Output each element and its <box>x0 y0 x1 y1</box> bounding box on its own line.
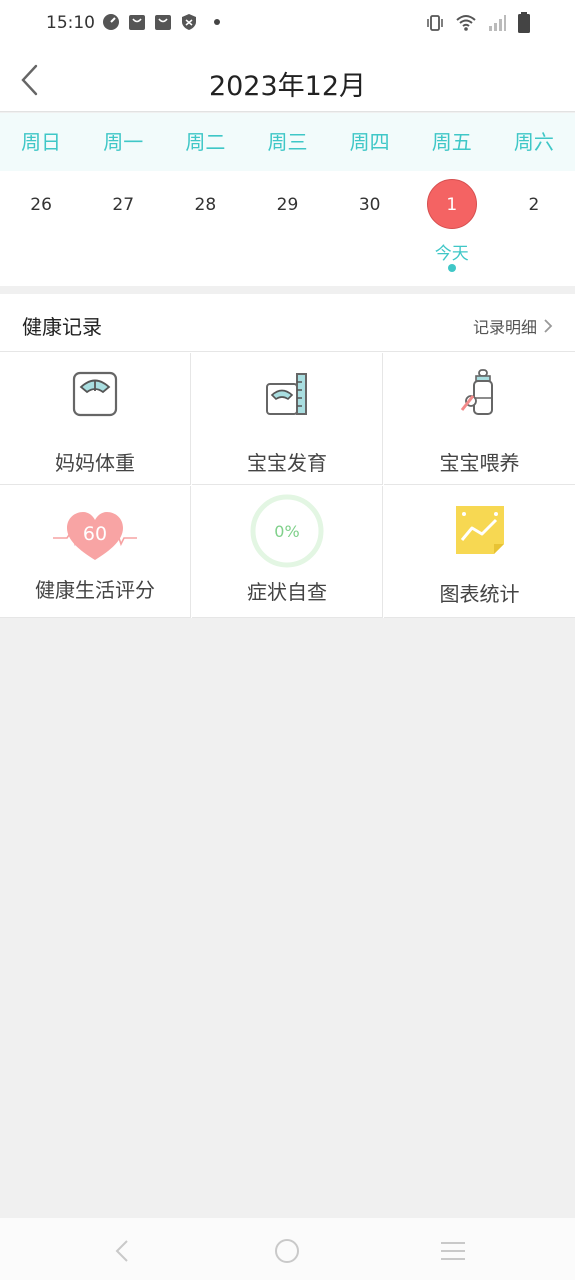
grid-item-label: 健康生活评分 <box>35 578 155 602</box>
speedometer-icon <box>103 14 119 30</box>
date-number: 26 <box>30 195 52 215</box>
grid-item-symptom-check[interactable]: 0% 症状自查 <box>192 486 383 618</box>
chart-note-icon <box>455 506 504 554</box>
date-cell[interactable]: 2 <box>493 171 575 286</box>
nav-home-button[interactable] <box>272 1236 302 1266</box>
weekday-label: 周三 <box>267 130 308 154</box>
date-cell[interactable]: 28 <box>164 171 246 286</box>
shopping-bag-icon <box>155 15 171 30</box>
back-icon <box>115 1240 128 1262</box>
grid-item-label: 宝宝发育 <box>247 451 327 475</box>
weekday-label: 周四 <box>349 130 390 154</box>
nav-back-button[interactable] <box>108 1236 138 1266</box>
section-header: 健康记录 记录明细 <box>0 294 575 352</box>
date-number: 27 <box>112 195 135 215</box>
status-time: 15:10 <box>46 13 95 33</box>
baby-bottle-icon <box>460 369 493 415</box>
weekday-bar: 周日 周一 周二 周三 周四 周五 周六 <box>0 113 575 171</box>
date-number: 28 <box>194 195 217 215</box>
grid-item-label: 宝宝喂养 <box>439 451 520 475</box>
vibrate-icon <box>427 15 443 31</box>
grid-item-label: 图表统计 <box>439 582 520 606</box>
grid-item-mom-weight[interactable]: 妈妈体重 <box>0 353 191 485</box>
weekday-label: 周日 <box>21 130 62 154</box>
weekday-label: 周一 <box>103 130 144 154</box>
record-detail-link[interactable]: 记录明细 <box>473 314 553 338</box>
status-right-icons <box>425 12 531 34</box>
scale-icon <box>72 371 118 417</box>
shield-icon <box>182 14 196 30</box>
date-number: 29 <box>276 195 299 215</box>
baby-scale-icon <box>266 373 307 415</box>
heart-score-icon: 60 <box>53 512 137 560</box>
wifi-icon <box>456 15 476 31</box>
week-dates-row: 26 27 28 29 30 1 今天 2 <box>0 171 575 286</box>
grid-item-chart-stats[interactable]: 图表统计 <box>384 486 575 618</box>
record-detail-label: 记录明细 <box>472 318 537 337</box>
date-cell[interactable]: 26 <box>0 171 82 286</box>
weekday-label: 周六 <box>513 130 554 154</box>
health-record-section: 健康记录 记录明细 妈妈体重 宝宝发育 宝宝喂养 60 健康生活评分 0% 症状… <box>0 294 575 618</box>
status-left-icons <box>102 13 220 31</box>
section-title: 健康记录 <box>22 315 102 339</box>
battery-icon <box>518 12 530 33</box>
grid-item-baby-growth[interactable]: 宝宝发育 <box>192 353 383 485</box>
today-dot-indicator <box>447 264 456 272</box>
date-cell[interactable]: 30 <box>329 171 411 286</box>
page-title: 2023年12月 <box>208 71 367 102</box>
date-cell-today[interactable]: 1 今天 <box>411 171 493 286</box>
health-grid: 妈妈体重 宝宝发育 宝宝喂养 60 健康生活评分 0% 症状自查 图表统计 <box>0 353 575 618</box>
grid-item-baby-feeding[interactable]: 宝宝喂养 <box>384 353 575 485</box>
today-label: 今天 <box>434 244 469 264</box>
dot-icon <box>214 19 220 25</box>
nav-menu-button[interactable] <box>438 1236 468 1266</box>
date-cell[interactable]: 27 <box>82 171 164 286</box>
date-number: 2 <box>528 195 540 215</box>
home-icon <box>275 1239 299 1263</box>
date-number-today: 1 <box>446 195 458 215</box>
menu-icon <box>441 1242 465 1260</box>
signal-icon <box>489 15 506 31</box>
chevron-right-icon <box>544 319 553 333</box>
grid-item-health-score[interactable]: 60 健康生活评分 <box>0 486 191 618</box>
date-number: 30 <box>358 195 381 215</box>
weekday-label: 周五 <box>431 130 472 154</box>
system-nav-bar <box>0 1218 575 1280</box>
grid-item-label: 妈妈体重 <box>55 451 135 475</box>
date-cell[interactable]: 29 <box>246 171 328 286</box>
app-header: 2023年12月 <box>0 48 575 112</box>
symptom-progress-value: 0% <box>274 522 299 541</box>
status-bar: 15:10 <box>0 0 575 48</box>
weekday-label: 周二 <box>185 130 226 154</box>
progress-ring-icon: 0% <box>250 494 324 568</box>
health-score-value: 60 <box>83 523 107 545</box>
grid-item-label: 症状自查 <box>247 580 327 604</box>
shopping-bag-icon <box>129 15 145 30</box>
